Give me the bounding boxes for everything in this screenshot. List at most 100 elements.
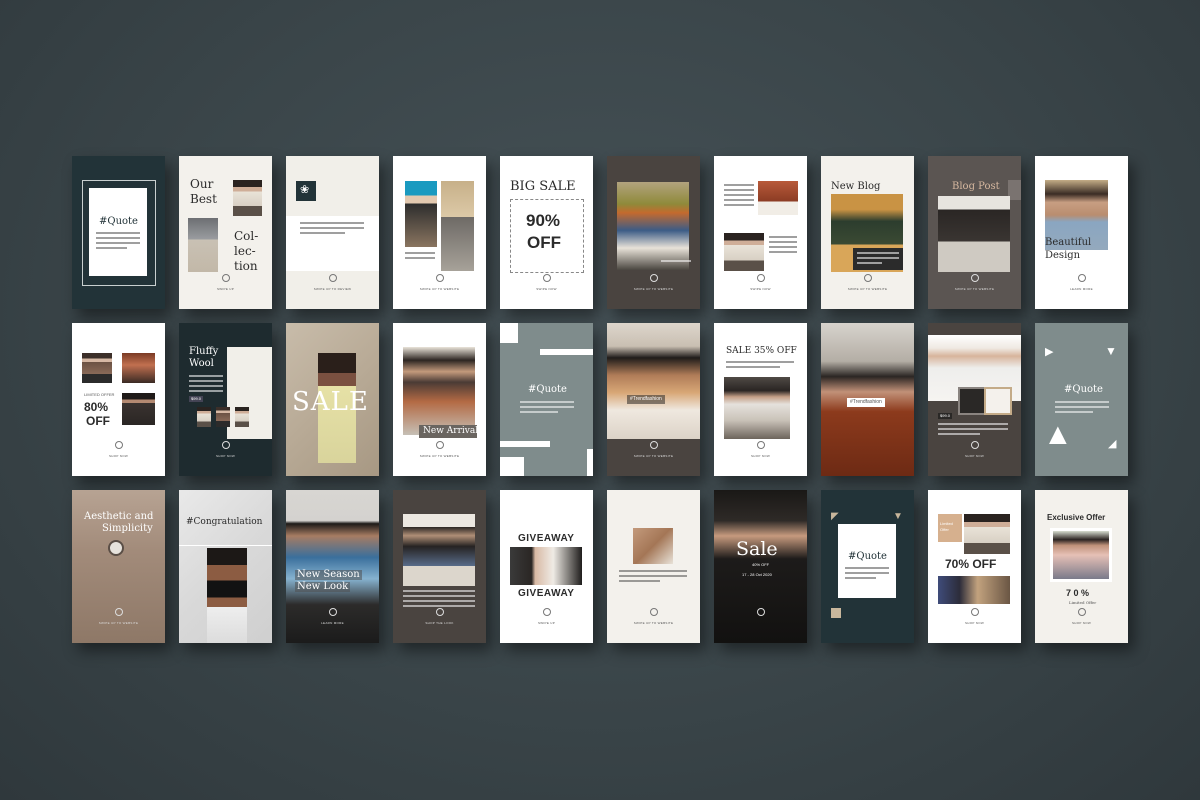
- cta-label: SWIPE UP TO WEBSITE: [419, 454, 460, 458]
- blog-title: New Blog: [831, 181, 881, 192]
- discount-text: 7 0 %: [1066, 588, 1090, 598]
- cta-label: SHOP NOW: [750, 454, 770, 458]
- limited-label-line1: Limited: [940, 521, 953, 526]
- bottom-bar: [500, 441, 550, 447]
- swipe-up-icon: [1078, 274, 1086, 282]
- photo-street-model: [724, 377, 790, 439]
- story-card-70-off[interactable]: Limited Offer 70% OFF SHOP NOW: [928, 490, 1021, 643]
- cta-label: SWIPE UP TO REVIEW: [313, 287, 352, 291]
- discount-value: 90%: [526, 211, 561, 230]
- swatch-light: [984, 387, 1012, 415]
- sale-title: SALE 35% OFF: [726, 346, 797, 356]
- story-card-review[interactable]: ❀ SWIPE UP TO REVIEW: [286, 156, 379, 309]
- offer-percent: 80%: [84, 400, 109, 414]
- cta-label: SWIPE UP TO WEBSITE: [98, 621, 139, 625]
- product-name-line1: Fluffy: [189, 346, 219, 357]
- hashtag-label: #Trendfashion: [847, 398, 885, 407]
- story-card-beautiful-design[interactable]: Beautiful Design LEARN MORE: [1035, 156, 1128, 309]
- template-collage: #Quote Our Best Col- lec- tion SWIPE UP …: [0, 0, 1200, 800]
- aesthetic-title-line1: Aesthetic and: [84, 511, 154, 522]
- hashtag-label: #Trendfashion: [627, 395, 665, 404]
- story-card-giveaway[interactable]: GIVEAWAY GIVEAWAY SWIPE UP: [500, 490, 593, 643]
- swipe-up-icon: [971, 441, 979, 449]
- square-accent: [831, 608, 841, 618]
- discount-off: OFF: [527, 233, 561, 252]
- story-card-exclusive-offer[interactable]: Exclusive Offer 7 0 % Limited Offer SHOP…: [1035, 490, 1128, 643]
- story-card-congratulation[interactable]: #Congratulation: [179, 490, 272, 643]
- cta-label: SWIPE UP TO WEBSITE: [633, 454, 674, 458]
- story-card-quote-triangles[interactable]: ▶ ▼ #Quote ▲ ◢: [1035, 323, 1128, 476]
- arrival-title: New Arrival: [423, 426, 479, 436]
- quote-title: #Quote: [1064, 384, 1103, 395]
- photo-street-model: [617, 182, 689, 270]
- season-title-line1: New Season: [295, 569, 362, 580]
- quote-body-text: [96, 232, 140, 252]
- story-card-sale-night[interactable]: Sale 40% OFF 17 - 28 Oct 2020: [714, 490, 807, 643]
- story-card-aesthetic[interactable]: Aesthetic and Simplicity SWIPE UP TO WEB…: [72, 490, 165, 643]
- cta-label: SHOP NOW: [1071, 621, 1091, 625]
- triangle-icon-large: ▲: [1043, 418, 1073, 451]
- story-card-big-sale[interactable]: BIG SALE 90% OFF SWIPE NOW: [500, 156, 593, 309]
- cta-label: SWIPE UP TO WEBSITE: [633, 621, 674, 625]
- story-card-trendfashion[interactable]: #Trendfashion SWIPE UP TO WEBSITE: [607, 323, 700, 476]
- story-card-fluffy-wool[interactable]: Fluffy Wool $99.0 SHOP NOW: [179, 323, 272, 476]
- cta-label: SWIPE UP TO WEBSITE: [954, 287, 995, 291]
- divider-line: [179, 545, 272, 546]
- story-card-minimal[interactable]: SWIPE UP TO WEBSITE: [607, 490, 700, 643]
- cta-label: LEARN MORE: [321, 621, 344, 625]
- right-bar: [587, 449, 593, 476]
- offer-off: OFF: [86, 414, 110, 428]
- quote-body: [1055, 401, 1109, 416]
- story-card-best-collection[interactable]: Our Best Col- lec- tion SWIPE UP: [179, 156, 272, 309]
- body-text: [619, 570, 687, 585]
- cta-label: SWIPE UP: [537, 621, 556, 625]
- story-card-sale-photo[interactable]: SALE: [286, 323, 379, 476]
- sale-title: SALE: [292, 387, 369, 417]
- story-card-sale-35[interactable]: SALE 35% OFF SHOP NOW: [714, 323, 807, 476]
- photo-couple: [403, 347, 475, 435]
- story-card-quote-slate[interactable]: #Quote: [500, 323, 593, 476]
- cta-label: SWIPE UP TO WEBSITE: [847, 287, 888, 291]
- story-card-arrival-photo[interactable]: SWIPE UP TO WEBSITE: [607, 156, 700, 309]
- text-block-bottom: [769, 236, 797, 256]
- cta-label: SHOP NOW: [964, 621, 984, 625]
- quote-body: [845, 567, 889, 582]
- story-card-jacket-model[interactable]: #Trendfashion: [821, 323, 914, 476]
- story-card-quote-dark[interactable]: #Quote: [72, 156, 165, 309]
- story-card-new-blog[interactable]: New Blog SWIPE UP TO WEBSITE: [821, 156, 914, 309]
- lotus-icon: ❀: [300, 184, 310, 196]
- cta-label: SWIPE UP TO WEBSITE: [419, 287, 460, 291]
- story-card-quote-frame[interactable]: ◤ ▼ #Quote: [821, 490, 914, 643]
- story-card-new-arrival[interactable]: New Arrival SWIPE UP TO WEBSITE: [393, 323, 486, 476]
- swipe-up-icon: [543, 274, 551, 282]
- sale-title: BIG SALE: [510, 179, 576, 194]
- quote-title: #Quote: [848, 551, 887, 562]
- story-card-shop-the-look[interactable]: SHOP THE LOOK: [393, 490, 486, 643]
- discount-text: 70% OFF: [945, 557, 997, 571]
- triangle-icon-small: ◢: [1108, 438, 1117, 450]
- product-description: [189, 375, 223, 395]
- triangle-icon-right: ▼: [1105, 344, 1117, 358]
- story-card-blog-post[interactable]: Blog Post SWIPE UP TO WEBSITE: [928, 156, 1021, 309]
- photo-model-room: [403, 514, 475, 586]
- congrats-title: #Congratulation: [186, 517, 263, 527]
- story-card-collage[interactable]: SWIPE UP TO WEBSITE: [393, 156, 486, 309]
- body-text: [405, 252, 435, 262]
- story-card-new-season[interactable]: New Season New Look LEARN MORE: [286, 490, 379, 643]
- swipe-up-icon: [329, 608, 337, 616]
- thumb-2: [216, 407, 230, 427]
- cta-label: SWIPE NOW: [536, 287, 557, 291]
- corner-bracket-icon-bottom: [500, 457, 524, 476]
- story-card-product-grid[interactable]: $99.0 SHOP NOW: [928, 323, 1021, 476]
- photo-detail: [633, 528, 673, 564]
- cta-label: SHOP THE LOOK: [425, 621, 454, 625]
- story-card-limited-offer[interactable]: LIMITED OFFER 80% OFF SHOP NOW: [72, 323, 165, 476]
- swipe-up-icon: [650, 441, 658, 449]
- photo-product-bottom: [724, 233, 764, 271]
- quote-title: #Quote: [528, 384, 567, 395]
- caption-text: [857, 252, 899, 267]
- triangle-icon-top: ▼: [893, 511, 903, 522]
- photo-colorful-model: [405, 181, 437, 247]
- heading-tion: tion: [234, 259, 258, 273]
- story-card-product-list[interactable]: SWIPE NOW: [714, 156, 807, 309]
